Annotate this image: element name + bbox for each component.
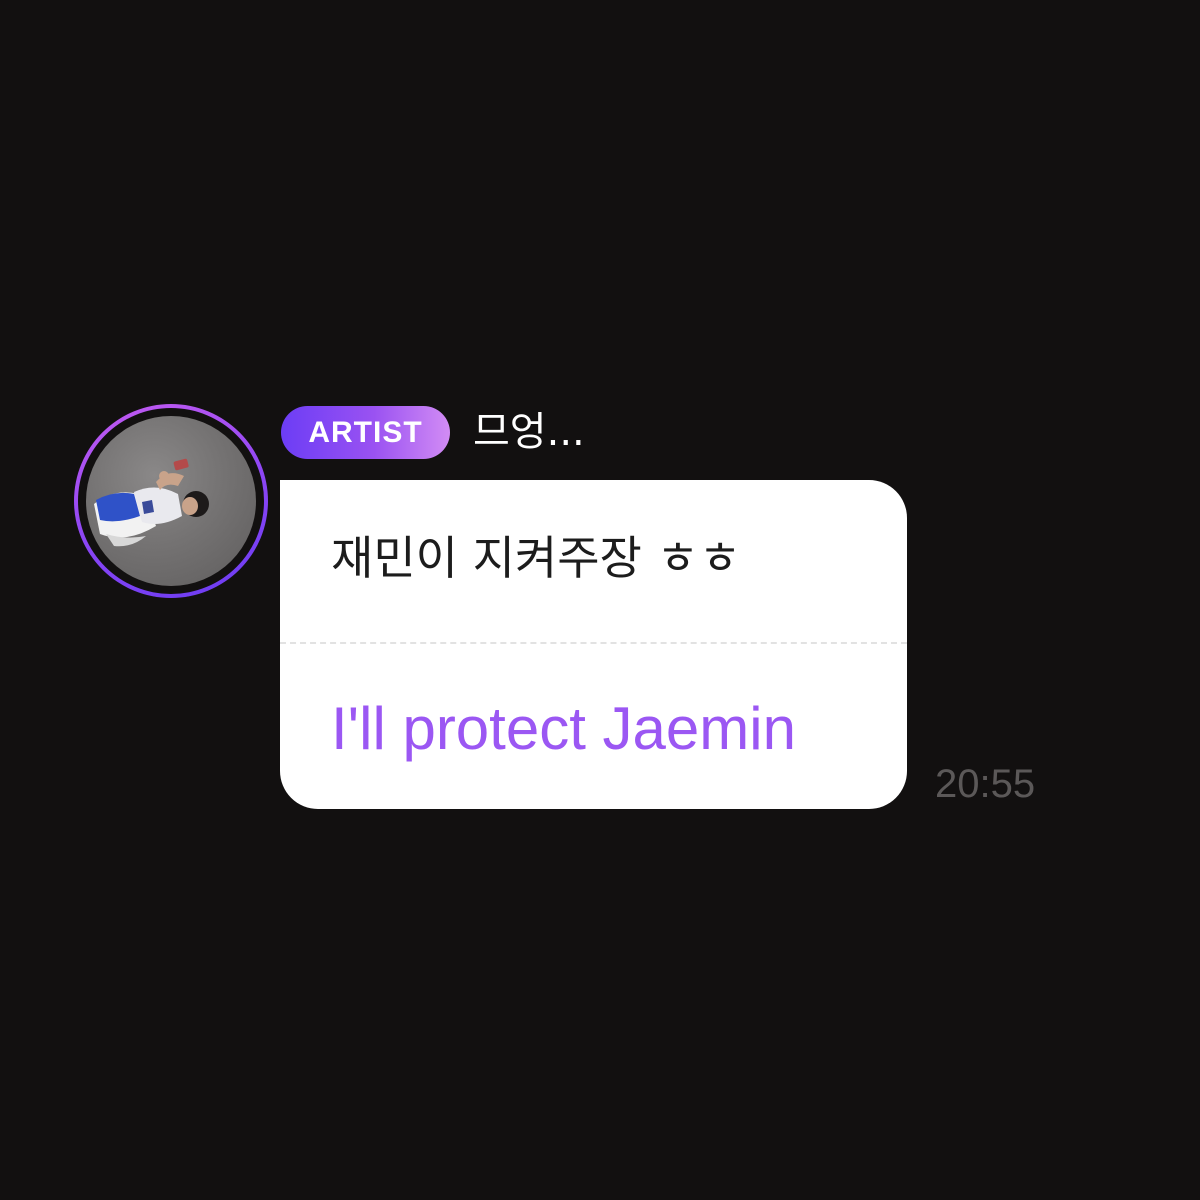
message-original-text: 재민이 지켜주장 ㅎㅎ	[331, 531, 742, 585]
message-timestamp: 20:55	[935, 762, 1036, 806]
message-translation-text: I'll protect Jaemin	[331, 695, 796, 762]
avatar[interactable]	[74, 404, 268, 598]
chat-screen: ARTIST 므엉... 재민이 지켜주장 ㅎㅎ I'll protect Ja…	[0, 0, 1200, 1200]
translation-divider	[280, 642, 907, 644]
username[interactable]: 므엉...	[473, 404, 585, 460]
message-bubble[interactable]: 재민이 지켜주장 ㅎㅎ I'll protect Jaemin	[280, 480, 907, 809]
avatar-photo	[86, 416, 256, 586]
artist-badge: ARTIST	[281, 406, 450, 459]
